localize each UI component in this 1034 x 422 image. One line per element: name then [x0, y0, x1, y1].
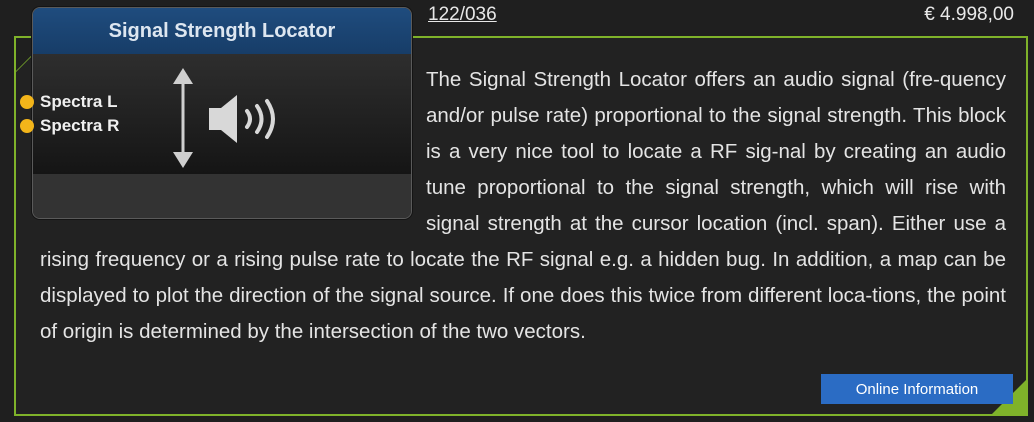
port-connector-icon — [20, 119, 34, 133]
port-label: Spectra L — [40, 92, 118, 111]
port-label: Spectra R — [40, 116, 120, 135]
up-down-arrow-icon — [173, 68, 193, 168]
speaker-icon — [209, 95, 275, 143]
block-title: Signal Strength Locator — [33, 8, 411, 54]
article-number-link[interactable]: 122/036 — [428, 4, 497, 26]
block-diagram-card: Signal Strength Locator — [32, 7, 412, 219]
port-connector-icon — [20, 95, 34, 109]
port-spectra-l: Spectra L — [20, 92, 117, 112]
block-footer — [33, 174, 411, 218]
port-spectra-r: Spectra R — [20, 116, 119, 136]
product-price: € 4.998,00 — [924, 4, 1014, 25]
online-information-button[interactable]: Online Information — [821, 374, 1013, 404]
block-body — [33, 54, 411, 174]
